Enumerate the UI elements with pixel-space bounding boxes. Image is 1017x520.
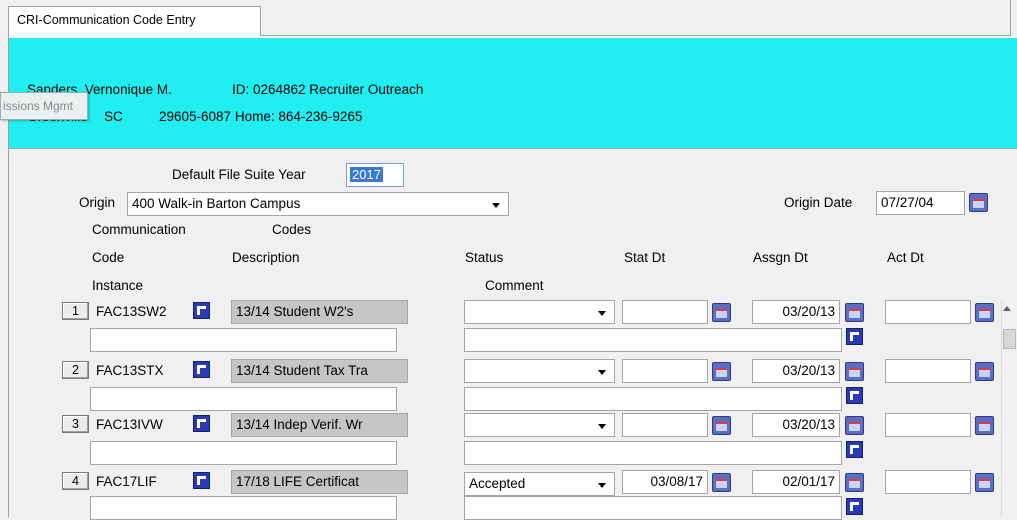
row-status-select[interactable]: Accepted (464, 472, 615, 496)
row-instance-input[interactable] (90, 328, 397, 352)
row-assgn-dt-input[interactable]: 03/20/13 (752, 413, 840, 437)
tab-cri-communication-code-entry[interactable]: CRI-Communication Code Entry (8, 6, 261, 36)
act-dt-calendar-icon[interactable] (975, 362, 994, 381)
row-instance-input[interactable] (90, 387, 397, 411)
row-act-dt-input[interactable] (885, 470, 971, 494)
row-code: FAC13SW2 (96, 304, 167, 319)
status-dropdown-arrow-icon (598, 424, 606, 429)
code-lookup-icon[interactable] (193, 472, 210, 489)
col-assgn-dt: Assgn Dt (753, 250, 808, 265)
origin-date-calendar-icon[interactable] (969, 193, 988, 212)
col-act-dt: Act Dt (887, 250, 924, 265)
code-lookup-icon[interactable] (193, 361, 210, 378)
student-id: ID: 0264862 Recruiter Outreach (232, 82, 424, 97)
col-instance: Instance (92, 278, 144, 293)
window-border (1010, 0, 1011, 36)
act-dt-calendar-icon[interactable] (975, 416, 994, 435)
assgn-dt-calendar-icon[interactable] (845, 303, 864, 322)
header-separator (9, 148, 1017, 149)
scrollbar-thumb[interactable] (1003, 329, 1016, 349)
comment-lookup-icon[interactable] (846, 441, 863, 458)
row-stat-dt-input[interactable] (622, 359, 708, 383)
assgn-dt-calendar-icon[interactable] (845, 362, 864, 381)
student-state: SC (104, 109, 123, 124)
row-code: FAC17LIF (96, 474, 157, 489)
origin-value: 400 Walk-in Barton Campus (132, 196, 301, 211)
row-assgn-dt-input[interactable]: 03/20/13 (752, 359, 840, 383)
act-dt-calendar-icon[interactable] (975, 473, 994, 492)
col-stat-dt: Stat Dt (624, 250, 666, 265)
row-assgn-dt-input[interactable]: 03/20/13 (752, 300, 840, 324)
comment-lookup-icon[interactable] (846, 387, 863, 404)
row-description: 13/14 Indep Verif. Wr (231, 413, 408, 437)
status-dropdown-arrow-icon (598, 483, 606, 488)
col-description: Description (232, 250, 300, 265)
col-communication: Communication (92, 222, 186, 237)
row-comment-input[interactable] (464, 441, 842, 465)
row-number-button[interactable]: 2 (62, 361, 89, 379)
row-stat-dt-input[interactable] (622, 300, 708, 324)
row-act-dt-input[interactable] (885, 300, 971, 324)
row-status-select[interactable] (464, 359, 615, 383)
comment-lookup-icon[interactable] (846, 498, 863, 515)
row-description: 13/14 Student Tax Tra (231, 359, 408, 383)
col-codes: Codes (272, 222, 312, 237)
row-instance-input[interactable] (90, 441, 397, 465)
col-comment: Comment (485, 278, 544, 293)
default-year-value: 2017 (350, 167, 383, 182)
row-number-button[interactable]: 4 (62, 472, 89, 490)
assgn-dt-calendar-icon[interactable] (845, 416, 864, 435)
status-dropdown-arrow-icon (598, 311, 606, 316)
row-status-value: Accepted (469, 476, 526, 491)
row-comment-input[interactable] (464, 496, 842, 520)
stat-dt-calendar-icon[interactable] (712, 473, 731, 492)
assgn-dt-calendar-icon[interactable] (845, 473, 864, 492)
row-assgn-dt-input[interactable]: 02/01/17 (752, 470, 840, 494)
col-code: Code (92, 250, 125, 265)
row-act-dt-input[interactable] (885, 359, 971, 383)
origin-select[interactable]: 400 Walk-in Barton Campus (127, 192, 509, 216)
row-code: FAC13IVW (96, 417, 163, 432)
student-zip-phone: 29605-6087 Home: 864-236-9265 (159, 109, 363, 124)
origin-date-label: Origin Date (784, 195, 853, 210)
stat-dt-calendar-icon[interactable] (712, 303, 731, 322)
scroll-up-arrow-icon[interactable] (1003, 306, 1011, 311)
col-status: Status (465, 250, 504, 265)
row-number-button[interactable]: 3 (62, 415, 89, 433)
stat-dt-calendar-icon[interactable] (712, 362, 731, 381)
row-comment-input[interactable] (464, 328, 842, 352)
code-lookup-icon[interactable] (193, 302, 210, 319)
comment-lookup-icon[interactable] (846, 328, 863, 345)
row-stat-dt-input[interactable] (622, 413, 708, 437)
default-year-input[interactable]: 2017 (346, 163, 404, 187)
admissions-tooltip: issions Mgmt (0, 92, 88, 120)
row-status-select[interactable] (464, 413, 615, 437)
origin-label: Origin (79, 195, 116, 210)
act-dt-calendar-icon[interactable] (975, 303, 994, 322)
row-description: 13/14 Student W2's (231, 300, 408, 324)
row-comment-input[interactable] (464, 387, 842, 411)
code-lookup-icon[interactable] (193, 415, 210, 432)
origin-date-input[interactable]: 07/27/04 (876, 191, 965, 215)
row-act-dt-input[interactable] (885, 413, 971, 437)
row-description: 17/18 LIFE Certificat (231, 470, 408, 494)
row-number-button[interactable]: 1 (62, 302, 89, 320)
default-year-label: Default File Suite Year (172, 167, 306, 182)
status-dropdown-arrow-icon (598, 370, 606, 375)
stat-dt-calendar-icon[interactable] (712, 416, 731, 435)
row-code: FAC13STX (96, 363, 164, 378)
origin-dropdown-arrow-icon (492, 203, 500, 208)
row-stat-dt-input[interactable]: 03/08/17 (622, 470, 708, 494)
row-instance-input[interactable] (90, 496, 397, 520)
row-status-select[interactable] (464, 300, 615, 324)
